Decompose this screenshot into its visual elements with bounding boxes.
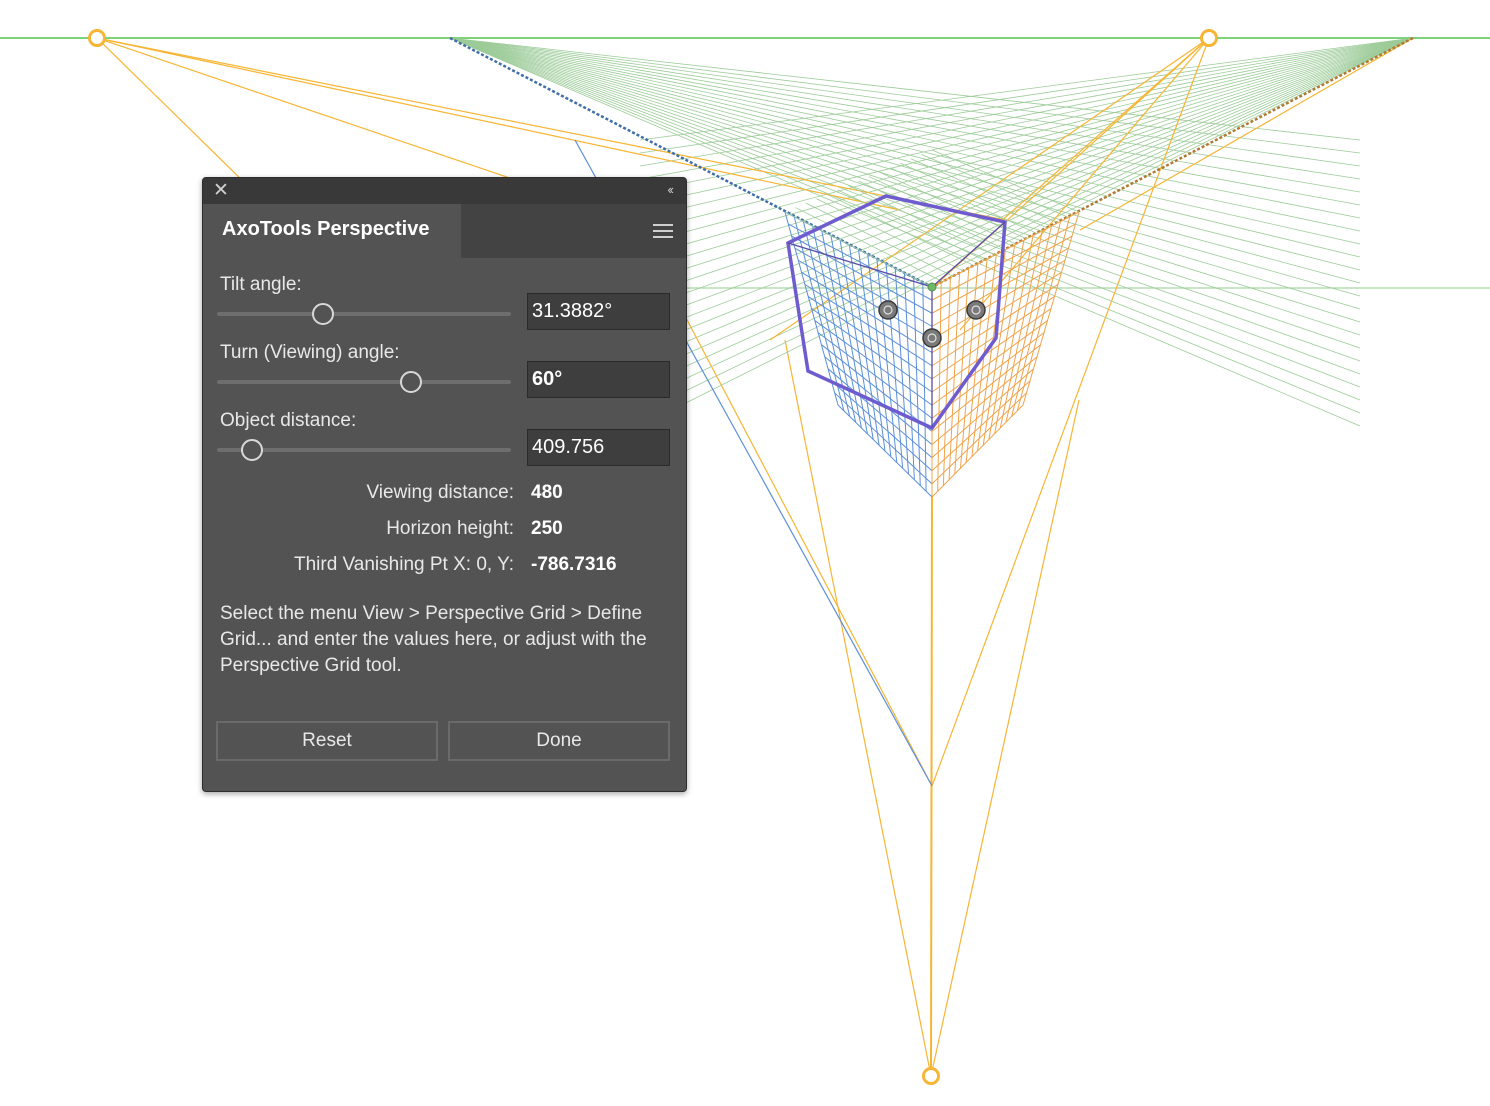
third-vanishing-point-value: -786.7316 [531, 554, 617, 575]
grid-extent-handle[interactable] [966, 300, 986, 320]
grid-fan-line [639, 37, 1414, 219]
station-line [930, 399, 1080, 1077]
panel-title: AxoTools Perspective [222, 218, 430, 240]
grid-extent-handle[interactable] [922, 328, 942, 348]
grid-fan-line [639, 37, 1414, 375]
left-grid-line [827, 368, 933, 459]
grid-fan-line [639, 37, 1414, 258]
object-distance-label: Object distance: [220, 410, 357, 431]
done-button[interactable]: Done [448, 721, 670, 761]
left-grid-line [903, 272, 915, 480]
left-grid-line [922, 282, 927, 492]
slider-thumb[interactable] [311, 303, 334, 325]
reset-button[interactable]: Reset [216, 721, 438, 761]
station-line [684, 315, 933, 787]
panel-titlebar[interactable]: ✕ ‹‹ [203, 178, 686, 204]
right-grid-line [1011, 221, 1062, 417]
top-grid-line [847, 185, 996, 256]
turn-angle-label: Turn (Viewing) angle: [220, 342, 400, 363]
third-vanishing-point-label: Third Vanishing Pt X: 0, Y: [293, 554, 514, 575]
viewing-distance-value: 480 [531, 482, 563, 503]
right-grid-line [982, 244, 1016, 446]
help-text: Select the menu View > Perspective Grid … [220, 603, 647, 676]
origin-handle[interactable] [927, 282, 937, 292]
hamburger-menu-icon[interactable] [653, 224, 673, 238]
grid-fan-line [639, 37, 1414, 284]
horizon-height-value: 250 [531, 518, 563, 539]
third-vanishing-point-handle[interactable] [922, 1067, 940, 1085]
grid-fan-line [449, 37, 1361, 141]
panel-tab-row: AxoTools Perspective [203, 204, 686, 258]
grid-fan-line [639, 37, 1414, 245]
viewing-distance-label: Viewing distance: [366, 482, 514, 503]
slider-track [217, 380, 511, 384]
right-grid-line [1016, 216, 1071, 411]
object-distance-slider[interactable] [217, 439, 511, 461]
right-grid-line [931, 344, 1041, 432]
tilt-angle-input[interactable] [527, 293, 670, 330]
slider-thumb[interactable] [241, 439, 264, 461]
station-line [931, 37, 1210, 787]
grid-fan-line [639, 37, 1414, 349]
right-grid-line [1022, 211, 1080, 406]
grid-fan-line [639, 37, 1414, 427]
tilt-angle-slider[interactable] [217, 303, 511, 325]
grid-fan-line [639, 37, 1414, 271]
grid-fan-line [449, 37, 1361, 193]
double-chevron-left-icon[interactable]: ‹‹ [667, 182, 674, 197]
grid-extent-handle[interactable] [878, 300, 898, 320]
right-vanishing-point-handle[interactable] [1200, 29, 1218, 47]
left-vanishing-point-handle[interactable] [88, 29, 106, 47]
horizon-height-label: Horizon height: [386, 518, 514, 539]
close-icon[interactable]: ✕ [213, 181, 229, 201]
object-distance-input[interactable] [527, 429, 670, 466]
tilt-angle-label: Tilt angle: [220, 274, 302, 295]
tab-axotools-perspective[interactable]: AxoTools Perspective [203, 204, 461, 258]
grid-fan-line [639, 37, 1414, 180]
grid-fan-line [449, 37, 1361, 180]
left-grid-line [913, 277, 921, 486]
turn-angle-input[interactable] [527, 361, 670, 398]
slider-thumb[interactable] [400, 371, 423, 393]
slider-track [217, 312, 511, 316]
turn-angle-slider[interactable] [217, 371, 511, 393]
vertical-axis-line [930, 496, 933, 1077]
axotools-perspective-panel: ✕ ‹‹ AxoTools Perspective Tilt angle: Tu… [202, 177, 687, 792]
